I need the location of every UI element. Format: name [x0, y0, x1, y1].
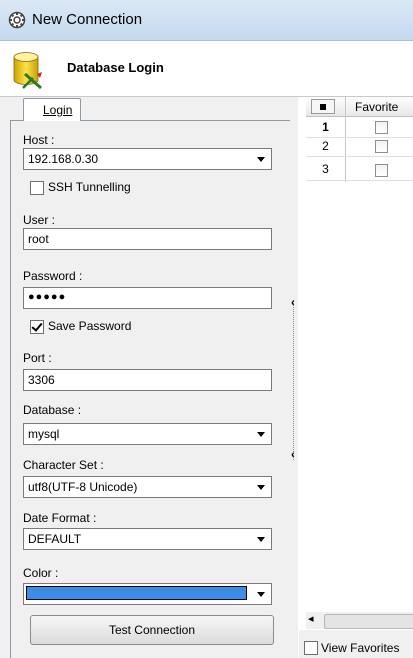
favorite-checkbox[interactable]: [375, 164, 388, 177]
chevron-down-icon[interactable]: [257, 432, 265, 437]
database-icon: [13, 52, 42, 90]
row-divider: [306, 137, 413, 138]
scrollbar-thumb[interactable]: [324, 614, 413, 629]
port-label: Port :: [23, 351, 52, 365]
password-label: Password :: [23, 269, 83, 283]
row-number[interactable]: 1: [306, 120, 345, 136]
row-divider: [306, 156, 413, 157]
host-value: 192.168.0.30: [28, 152, 99, 166]
row-number[interactable]: 3: [306, 162, 345, 178]
user-label: User :: [23, 213, 56, 227]
window-title: New Connection: [32, 11, 143, 28]
favorite-column-header[interactable]: Favorite: [355, 100, 398, 114]
save-password-checkbox[interactable]: [30, 320, 44, 334]
save-password-label: Save Password: [48, 319, 132, 333]
chevron-down-icon[interactable]: [257, 485, 265, 490]
charset-combobox[interactable]: utf8(UTF-8 Unicode): [23, 476, 272, 498]
collapse-left-icon[interactable]: ‹: [291, 297, 295, 309]
database-value: mysql: [28, 427, 60, 441]
chevron-down-icon[interactable]: [257, 157, 265, 162]
password-value: ●●●●●: [28, 291, 67, 303]
favorite-checkbox[interactable]: [375, 121, 388, 134]
host-combobox[interactable]: 192.168.0.30: [23, 148, 272, 170]
row-number[interactable]: 2: [306, 139, 345, 155]
view-favorites-label: View Favorites: [321, 641, 400, 655]
tab-login-label: Login: [43, 103, 73, 117]
ssh-tunnelling-checkbox[interactable]: [30, 181, 44, 195]
tab-login[interactable]: Login: [23, 98, 81, 121]
password-input[interactable]: ●●●●●: [23, 287, 272, 309]
row-divider: [306, 180, 413, 181]
charset-value: utf8(UTF-8 Unicode): [28, 480, 138, 494]
view-favorites-checkbox[interactable]: [304, 641, 318, 655]
connection-gear-icon: [8, 11, 26, 29]
select-all-icon[interactable]: [311, 99, 335, 114]
chevron-down-icon[interactable]: [257, 537, 265, 542]
splitter-grip[interactable]: [293, 300, 297, 460]
color-combobox[interactable]: [23, 583, 272, 605]
date-format-combobox[interactable]: DEFAULT: [23, 528, 272, 550]
dialog-header: [0, 41, 413, 97]
host-label: Host :: [23, 133, 55, 147]
test-connection-button[interactable]: Test Connection: [30, 615, 274, 645]
user-value: root: [28, 232, 49, 246]
chevron-down-icon[interactable]: [257, 592, 265, 597]
collapse-left-icon-bottom[interactable]: ‹: [291, 449, 295, 461]
port-input[interactable]: 3306: [23, 369, 272, 391]
color-label: Color :: [23, 566, 59, 580]
date-format-value: DEFAULT: [28, 532, 82, 546]
database-label: Database :: [23, 403, 82, 417]
header-title: Database Login: [67, 60, 164, 75]
user-input[interactable]: root: [23, 228, 272, 250]
date-format-label: Date Format :: [23, 511, 97, 525]
favorite-checkbox[interactable]: [375, 140, 388, 153]
ssh-tunnelling-label: SSH Tunnelling: [48, 180, 131, 194]
scroll-left-icon[interactable]: ◂: [308, 612, 314, 625]
favorites-grid-panel: [299, 97, 413, 658]
database-combobox[interactable]: mysql: [23, 423, 272, 445]
port-value: 3306: [28, 373, 55, 387]
charset-label: Character Set :: [23, 458, 104, 472]
color-swatch: [26, 586, 247, 600]
column-separator: [345, 97, 346, 182]
